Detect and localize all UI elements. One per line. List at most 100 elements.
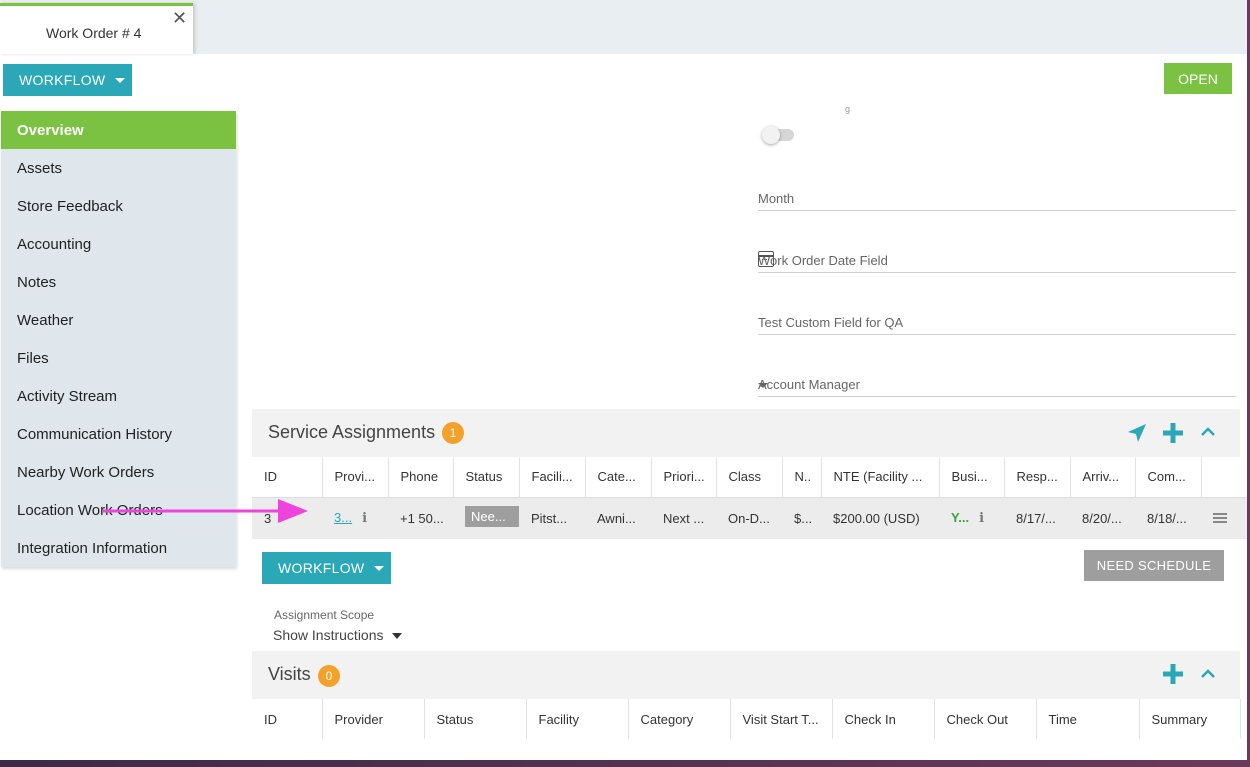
caret-down-icon: [374, 565, 385, 571]
assignment-workflow-button[interactable]: WORKFLOW: [262, 552, 391, 584]
info-icon[interactable]: i: [362, 511, 367, 526]
column-header-empty: [1201, 457, 1247, 497]
sidebar-item-activity-stream[interactable]: Activity Stream: [1, 377, 236, 415]
month-field[interactable]: Month: [758, 189, 1236, 211]
open-status-button[interactable]: OPEN: [1164, 63, 1232, 94]
sidebar-item-overview[interactable]: Overview: [1, 111, 236, 149]
workflow-button-label: WORKFLOW: [278, 560, 365, 576]
cell-completion: 8/18/...: [1147, 510, 1187, 526]
sidebar-item-accounting[interactable]: Accounting: [1, 225, 236, 263]
month-label: Month: [758, 191, 795, 206]
service-assignments-table: ID Provi... Phone Status Facili... Cate.…: [252, 457, 1247, 539]
service-assignments-header: Service Assignments 1: [252, 409, 1240, 457]
tab-work-order[interactable]: Work Order # 4 ✕: [0, 3, 193, 54]
column-header[interactable]: Check Out: [934, 699, 1037, 739]
work-order-date-label: Work Order Date Field: [758, 253, 888, 268]
visits-header: Visits 0: [252, 651, 1240, 699]
cell-provider: 3... i: [322, 497, 388, 539]
sidebar-item-weather[interactable]: Weather: [1, 301, 236, 339]
cell-arrival: 8/20/...: [1082, 510, 1122, 526]
account-manager-select[interactable]: Account Manager: [758, 375, 1236, 397]
need-schedule-button[interactable]: NEED SCHEDULE: [1084, 550, 1224, 581]
work-order-date-field[interactable]: Work Order Date Field: [758, 251, 1236, 273]
column-header[interactable]: Cate...: [585, 457, 652, 497]
tab-title: Work Order # 4: [46, 25, 142, 41]
column-header[interactable]: Phone: [388, 457, 454, 497]
sidebar-item-integration-information[interactable]: Integration Information: [1, 529, 236, 567]
visits-title: Visits: [268, 664, 311, 684]
account-manager-label: Account Manager: [758, 377, 860, 392]
column-header[interactable]: Busi...: [939, 457, 1005, 497]
collapse-icon[interactable]: [1200, 667, 1216, 681]
toggle-switch[interactable]: [762, 126, 796, 144]
column-header[interactable]: Summary: [1139, 699, 1241, 739]
column-header[interactable]: Provider: [322, 699, 425, 739]
column-header[interactable]: ID: [252, 457, 323, 497]
cell-response: 8/17/...: [1016, 510, 1056, 526]
assignment-scope-label: Assignment Scope: [274, 608, 375, 622]
sidebar-item-assets[interactable]: Assets: [1, 149, 236, 187]
table-header-row: ID Provi... Phone Status Facili... Cate.…: [252, 457, 1247, 497]
cell-nte: $200.00 (USD): [833, 510, 920, 526]
dropdown-arrow-icon: [758, 383, 768, 388]
column-header[interactable]: NTE (Facility ...: [821, 457, 940, 497]
sidebar-item-store-feedback[interactable]: Store Feedback: [1, 187, 236, 225]
column-header[interactable]: Check In: [832, 699, 935, 739]
cell-business: Y... i: [939, 497, 1004, 539]
sidebar-item-communication-history[interactable]: Communication History: [1, 415, 236, 453]
visits-count-badge: 0: [318, 665, 340, 687]
sidebar-item-nearby-work-orders[interactable]: Nearby Work Orders: [1, 453, 236, 491]
column-header[interactable]: Resp...: [1004, 457, 1071, 497]
column-header[interactable]: N..: [782, 457, 822, 497]
close-icon[interactable]: ✕: [172, 9, 187, 27]
visits-table: ID Provider Status Facility Category Vis…: [252, 699, 1241, 739]
menu-icon[interactable]: [1213, 512, 1227, 523]
column-header[interactable]: Facili...: [519, 457, 586, 497]
info-icon[interactable]: i: [979, 511, 984, 526]
service-assignments-count-badge: 1: [442, 422, 464, 444]
cell-status: Nee...: [453, 497, 519, 539]
column-header[interactable]: Class: [716, 457, 783, 497]
workflow-button-label: WORKFLOW: [19, 72, 106, 88]
cell-phone: +1 50...: [400, 510, 444, 526]
column-header[interactable]: Com...: [1135, 457, 1202, 497]
column-header[interactable]: Status: [453, 457, 520, 497]
cell-class: On-D...: [728, 510, 770, 526]
add-icon[interactable]: [1162, 663, 1184, 685]
test-custom-field-label: Test Custom Field for QA: [758, 315, 904, 330]
cell-priority: Next ...: [663, 510, 705, 526]
sidebar-item-notes[interactable]: Notes: [1, 263, 236, 301]
cell-menu: [1201, 497, 1247, 539]
workflow-button[interactable]: WORKFLOW: [3, 64, 132, 96]
column-header[interactable]: Visit Start T...: [730, 699, 833, 739]
navigate-icon[interactable]: [1126, 422, 1148, 444]
service-assignments-title: Service Assignments: [268, 422, 436, 442]
column-header[interactable]: Category: [628, 699, 731, 739]
caret-down-icon: [391, 633, 402, 639]
partial-field-label: g: [845, 104, 851, 114]
table-header-row: ID Provider Status Facility Category Vis…: [252, 699, 1241, 739]
table-row[interactable]: 3 3... i +1 50... Nee... Pitst... Awni...…: [252, 497, 1247, 539]
collapse-icon[interactable]: [1200, 425, 1216, 439]
column-header[interactable]: Priori...: [651, 457, 717, 497]
app-window: Work Order # 4 ✕ WORKFLOW OPEN Overview …: [0, 0, 1247, 760]
toggle-knob: [762, 126, 780, 144]
status-chip: Nee...: [465, 506, 519, 528]
cell-facility: Pitst...: [531, 510, 568, 526]
tab-bar: Work Order # 4 ✕: [0, 0, 1247, 54]
column-header[interactable]: Arriv...: [1070, 457, 1136, 497]
caret-down-icon: [115, 77, 126, 83]
column-header[interactable]: Provi...: [322, 457, 389, 497]
column-header[interactable]: Time: [1036, 699, 1140, 739]
calendar-icon[interactable]: [758, 251, 774, 267]
business-value: Y...: [951, 510, 970, 526]
show-instructions-toggle[interactable]: Show Instructions: [273, 627, 402, 643]
column-header[interactable]: Facility: [526, 699, 629, 739]
annotation-arrow-icon: [103, 499, 308, 523]
provider-link[interactable]: 3...: [334, 510, 352, 525]
test-custom-field[interactable]: Test Custom Field for QA: [758, 313, 1236, 335]
column-header[interactable]: Status: [424, 699, 527, 739]
column-header[interactable]: ID: [252, 699, 323, 739]
add-icon[interactable]: [1162, 422, 1184, 444]
sidebar-item-files[interactable]: Files: [1, 339, 236, 377]
